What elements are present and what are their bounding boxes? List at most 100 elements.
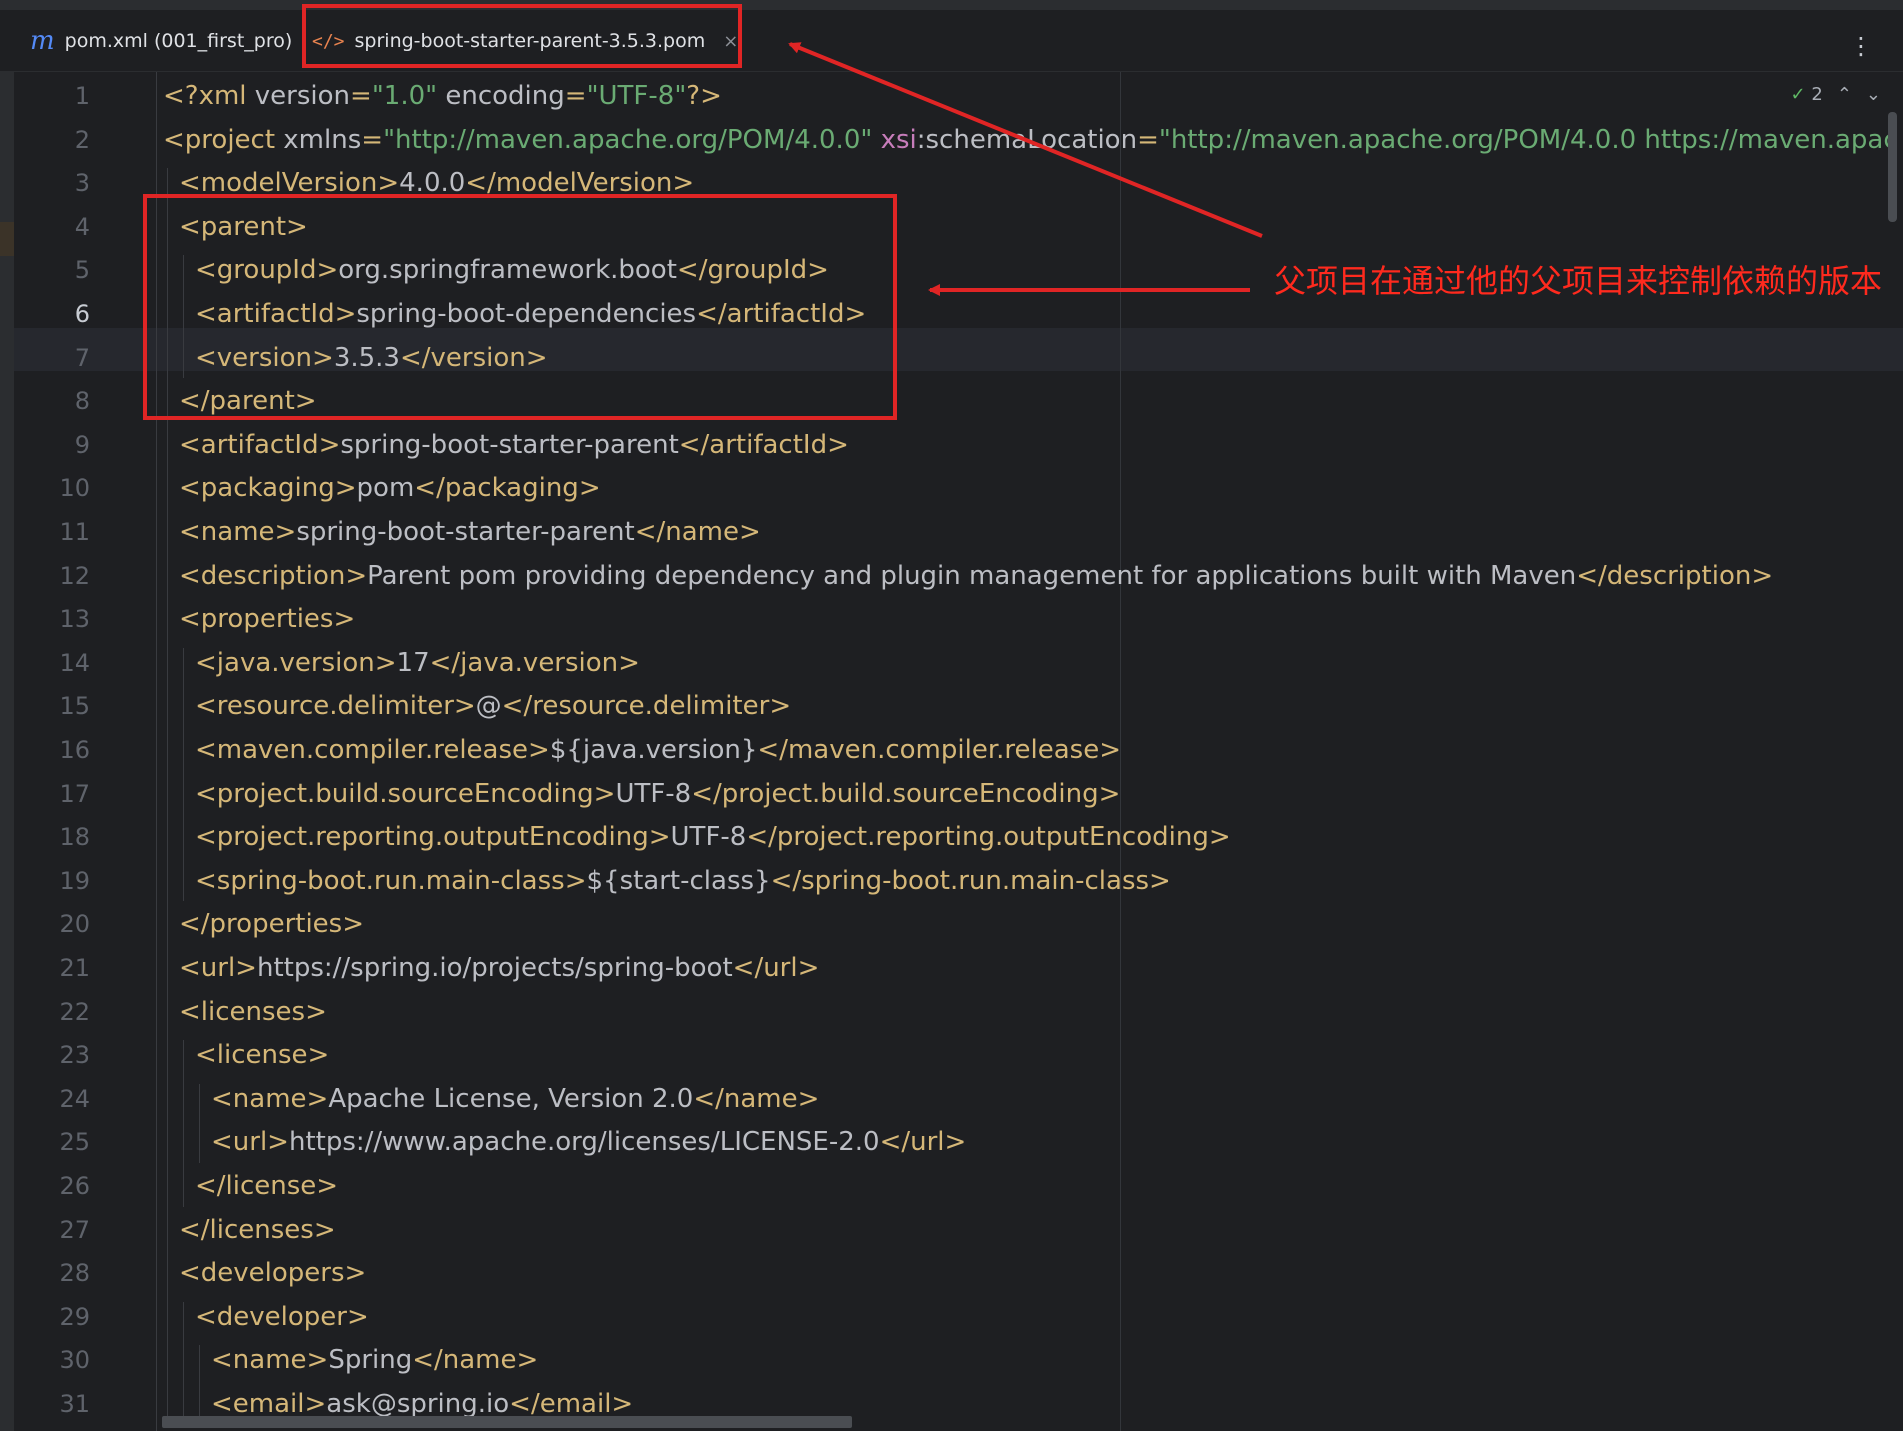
token-tag: </properties> xyxy=(179,909,365,940)
line-number: 22 xyxy=(59,997,90,1026)
line-number: 23 xyxy=(59,1041,90,1070)
token-tag: <developers> xyxy=(179,1258,367,1289)
token-tag: <spring-boot.run.main-class> xyxy=(195,865,587,896)
line-number: 14 xyxy=(59,648,90,677)
token-tag: </project.reporting.outputEncoding> xyxy=(746,822,1231,853)
code-text: <packaging>pom</packaging> xyxy=(179,467,601,511)
code-line[interactable]: 26 </license> xyxy=(0,1165,1890,1209)
token-txt: spring-boot-starter-parent xyxy=(340,429,679,460)
code-line[interactable]: 15 <resource.delimiter>@</resource.delimi… xyxy=(0,685,1890,729)
token-tag: <license> xyxy=(195,1040,330,1071)
code-line[interactable]: 30 <name>Spring</name> xyxy=(0,1339,1890,1383)
more-options-icon[interactable]: ⋮ xyxy=(1849,34,1873,58)
code-line[interactable]: 21 <url>https://spring.io/projects/spring… xyxy=(0,947,1890,991)
code-line[interactable]: 1 <?xml version="1.0" encoding="UTF-8"?> xyxy=(0,75,1890,119)
chevron-up-icon[interactable]: ⌃ xyxy=(1837,84,1852,105)
token-val: "http://maven.apache.org/POM/4.0.0" xyxy=(383,124,873,155)
token-tag: <?xml xyxy=(163,81,255,111)
code-line[interactable]: 9 <artifactId>spring-boot-starter-parent<… xyxy=(0,424,1890,468)
token-tag: = xyxy=(350,81,372,111)
code-line[interactable]: 18 <project.reporting.outputEncoding>UTF-… xyxy=(0,816,1890,860)
line-number: 15 xyxy=(59,692,90,721)
code-text: </license> xyxy=(195,1165,338,1209)
code-line[interactable]: 16 <maven.compiler.release>${java.version… xyxy=(0,729,1890,773)
code-line[interactable]: 17 <project.build.sourceEncoding>UTF-8</p… xyxy=(0,773,1890,817)
token-tag: </maven.compiler.release> xyxy=(757,735,1121,765)
code-text: <name>Spring</name> xyxy=(211,1339,538,1383)
line-number: 11 xyxy=(59,518,90,546)
line-number: 30 xyxy=(59,1346,90,1375)
code-line[interactable]: 13 <properties> xyxy=(0,598,1890,642)
code-line[interactable]: 24 <name>Apache License, Version 2.0</nam… xyxy=(0,1078,1890,1122)
code-line[interactable]: 23 <license> xyxy=(0,1034,1890,1078)
line-number: 8 xyxy=(74,387,90,416)
line-number: 28 xyxy=(59,1259,90,1288)
code-line[interactable]: 27 </licenses> xyxy=(0,1209,1890,1253)
token-tag: </resource.delimiter> xyxy=(501,691,792,722)
token-val: "http://maven.apache.org/POM/4.0.0 https… xyxy=(1158,124,1898,155)
token-txt: Parent pom providing dependency and plug… xyxy=(367,560,1577,591)
code-text: <spring-boot.run.main-class>${start-clas… xyxy=(195,860,1171,904)
code-text: <resource.delimiter>@</resource.delimite… xyxy=(195,685,791,729)
tab-pom-xml[interactable]: m pom.xml (001_first_pro) xyxy=(30,10,292,72)
token-txt: spring-boot-starter-parent xyxy=(296,517,635,547)
token-tag: <email> xyxy=(211,1389,327,1419)
token-tag: </packaging> xyxy=(414,473,601,504)
tab-label: pom.xml (001_first_pro) xyxy=(64,30,293,52)
horizontal-scrollbar[interactable] xyxy=(162,1416,852,1428)
code-line[interactable]: 29 <developer> xyxy=(0,1296,1890,1340)
token-tag: </description> xyxy=(1576,560,1774,591)
line-number: 7 xyxy=(74,343,90,372)
token-tag: <developer> xyxy=(195,1301,369,1332)
inspection-status[interactable]: ✓ 2 xyxy=(1791,84,1823,105)
token-tag: <name> xyxy=(211,1083,329,1114)
token-txt: ${start-class} xyxy=(586,865,771,896)
token-tag: <maven.compiler.release> xyxy=(195,735,550,765)
line-number: 9 xyxy=(74,430,90,459)
line-number: 6 xyxy=(74,300,90,328)
code-line[interactable]: 28 <developers> xyxy=(0,1252,1890,1296)
token-tag: </url> xyxy=(732,953,820,983)
line-number: 12 xyxy=(59,561,90,590)
token-txt: https://www.apache.org/licenses/LICENSE-… xyxy=(288,1127,880,1158)
code-text: <project.reporting.outputEncoding>UTF-8<… xyxy=(195,816,1231,860)
token-tag: </name> xyxy=(634,517,761,547)
code-line[interactable]: 20 </properties> xyxy=(0,903,1890,947)
token-tag: <properties> xyxy=(179,604,356,635)
token-txt: Apache License, Version 2.0 xyxy=(328,1083,694,1114)
line-number: 13 xyxy=(59,605,90,634)
token-tag: <url> xyxy=(211,1127,289,1158)
line-number: 21 xyxy=(59,954,90,982)
token-attr xyxy=(872,125,880,155)
line-number: 3 xyxy=(74,169,90,198)
chevron-down-icon[interactable]: ⌄ xyxy=(1866,84,1881,105)
token-tag: </project.build.sourceEncoding> xyxy=(691,778,1121,809)
inspection-widget[interactable]: ✓ 2 ⌃ ⌄ xyxy=(1791,84,1881,105)
code-line[interactable]: 2 <project xmlns="http://maven.apache.org… xyxy=(0,119,1898,163)
line-number: 5 xyxy=(74,256,90,285)
code-text: <developers> xyxy=(179,1252,366,1296)
code-line[interactable]: 22 <licenses> xyxy=(0,991,1890,1035)
code-text: <description>Parent pom providing depend… xyxy=(179,555,1773,599)
vertical-scrollbar[interactable] xyxy=(1888,112,1897,222)
code-line[interactable]: 14 <java.version>17</java.version> xyxy=(0,642,1890,686)
code-line[interactable]: 10 <packaging>pom</packaging> xyxy=(0,467,1890,511)
token-tag: <project.build.sourceEncoding> xyxy=(195,778,616,809)
code-line[interactable]: 19 <spring-boot.run.main-class>${start-cl… xyxy=(0,860,1890,904)
token-tag: <project.reporting.outputEncoding> xyxy=(195,822,671,853)
code-line[interactable]: 25 <url>https://www.apache.org/licenses/L… xyxy=(0,1121,1890,1165)
token-txt: pom xyxy=(356,473,415,504)
token-txt: ${java.version} xyxy=(549,735,758,765)
line-number: 4 xyxy=(74,212,90,241)
code-line[interactable]: 11 <name>spring-boot-starter-parent</name… xyxy=(0,511,1890,555)
code-text: <developer> xyxy=(195,1296,369,1340)
maven-file-icon: m xyxy=(30,26,55,56)
token-tag: <java.version> xyxy=(195,647,397,678)
code-text: <name>spring-boot-starter-parent</name> xyxy=(179,511,761,555)
token-tag: = xyxy=(1137,124,1159,155)
line-number: 17 xyxy=(59,779,90,808)
code-text: <properties> xyxy=(179,598,355,642)
code-line[interactable]: 12 <description>Parent pom providing depe… xyxy=(0,555,1890,599)
token-tag: <name> xyxy=(179,517,297,547)
token-tag: <description> xyxy=(179,560,368,591)
